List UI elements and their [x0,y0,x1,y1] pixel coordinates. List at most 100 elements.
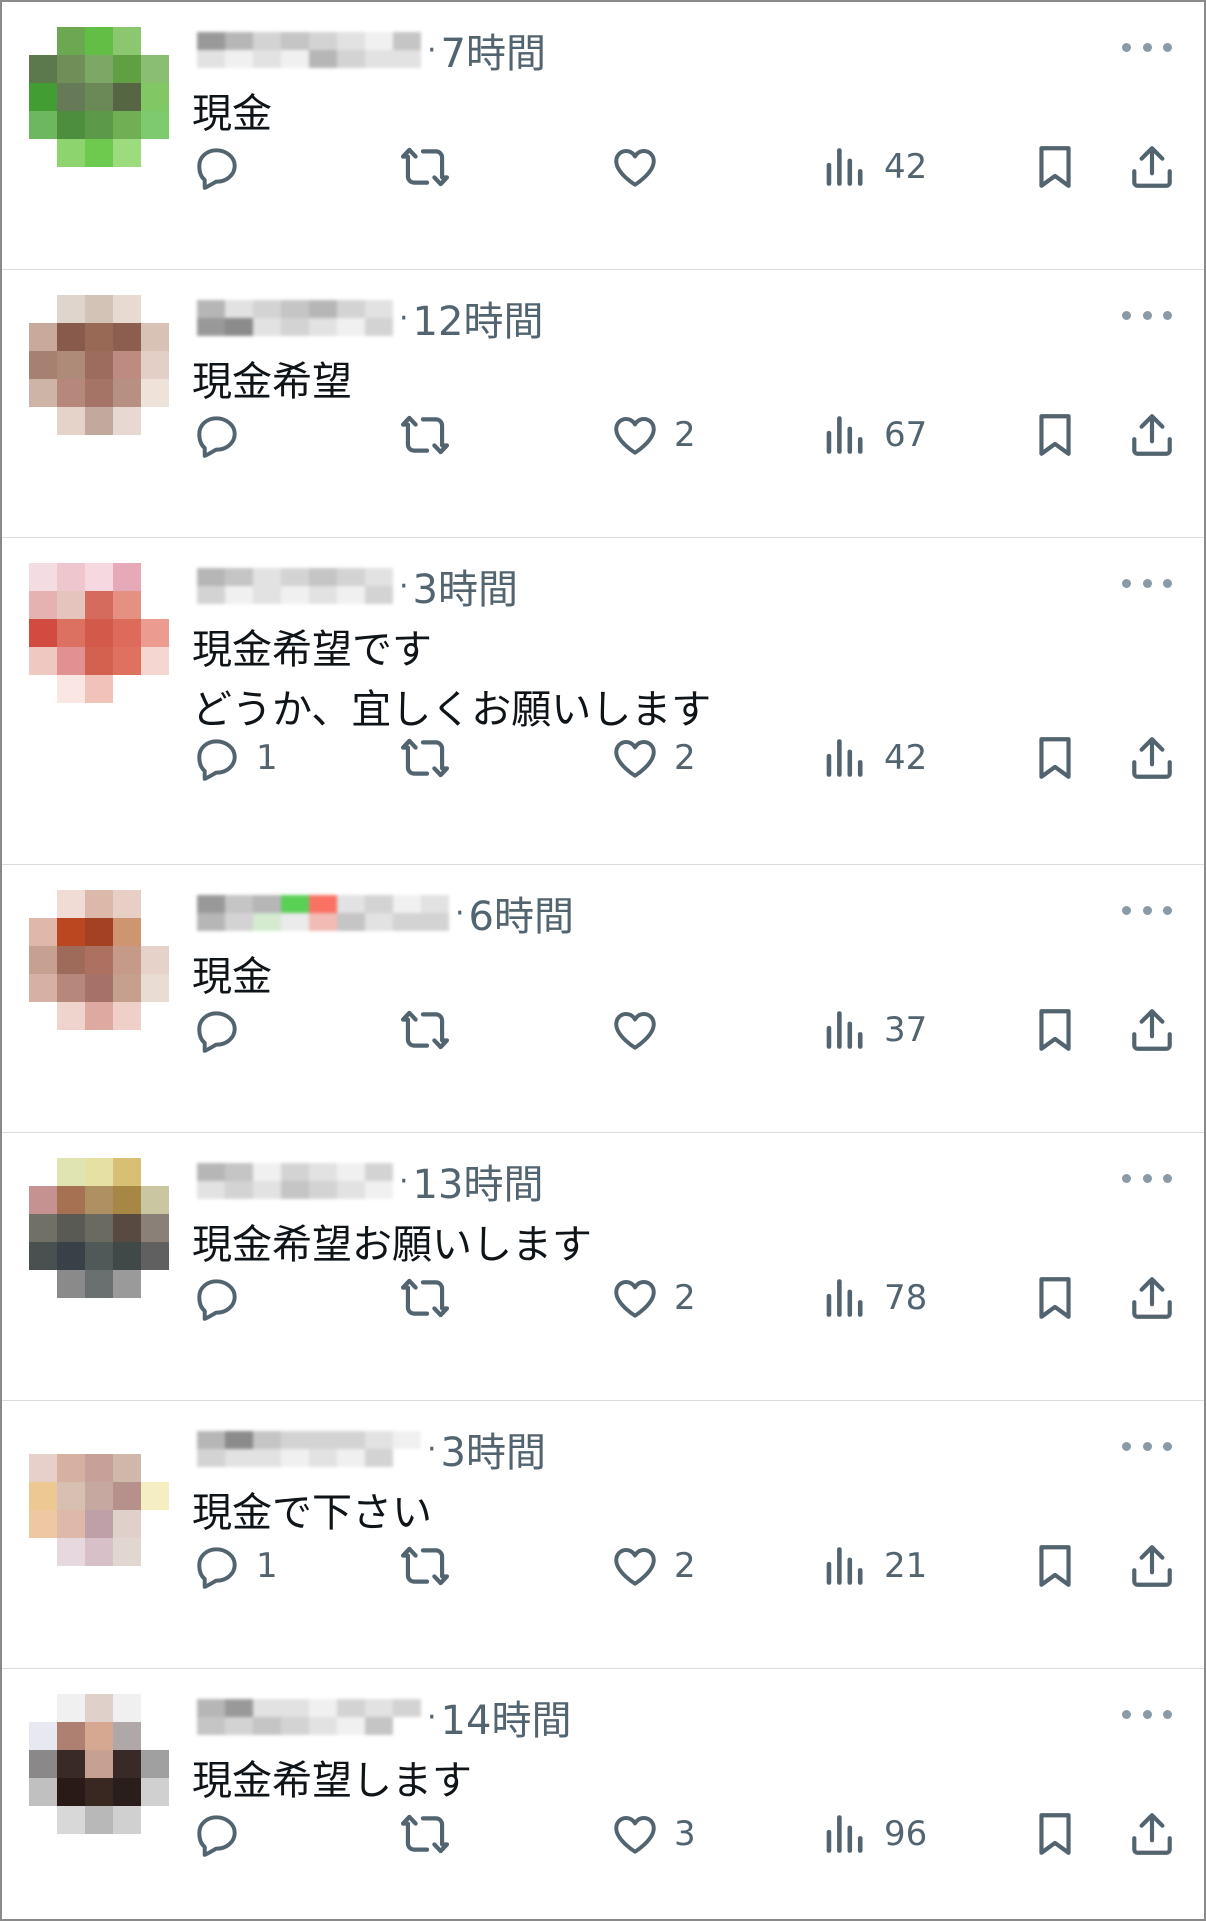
reply-item[interactable]: · 7時間 現金 42 [2,2,1204,270]
repost-button[interactable] [400,405,450,465]
timestamp[interactable]: 3時間 [441,1420,546,1478]
avatar[interactable] [29,563,169,703]
bookmark-icon [1030,142,1080,192]
reply-item[interactable]: · 3時間現金希望です どうか、宜しくお願いします 1 2 42 [2,538,1204,865]
more-options-icon[interactable] [1122,1163,1172,1193]
bookmark-button[interactable] [1030,405,1080,465]
share-button[interactable] [1127,1804,1177,1864]
bookmark-button[interactable] [1030,1536,1080,1596]
share-button[interactable] [1127,728,1177,788]
timestamp[interactable]: 14時間 [441,1688,572,1746]
avatar[interactable] [29,1426,169,1566]
reply-button[interactable] [192,1268,256,1328]
views-icon [820,410,870,460]
avatar[interactable] [29,1694,169,1834]
reply-button[interactable] [192,405,256,465]
like-button[interactable]: 2 [610,1536,696,1596]
reply-button[interactable] [192,1804,256,1864]
repost-button[interactable] [400,728,450,788]
repost-button[interactable] [400,1268,450,1328]
more-options-icon[interactable] [1122,32,1172,62]
bookmark-button[interactable] [1030,728,1080,788]
bookmark-icon [1030,733,1080,783]
bookmark-button[interactable] [1030,1268,1080,1328]
author-row: · 14時間 [197,1688,572,1746]
more-options-icon[interactable] [1122,895,1172,925]
like-icon [610,142,660,192]
reply-icon [192,142,242,192]
avatar[interactable] [29,890,169,1030]
more-options-icon[interactable] [1122,300,1172,330]
views-icon [820,1809,870,1859]
blurred-username[interactable] [197,568,393,604]
share-button[interactable] [1127,137,1177,197]
blurred-username[interactable] [197,1431,421,1467]
like-button[interactable] [610,1000,674,1060]
share-icon [1127,1809,1177,1859]
author-row: · 7時間 [197,21,546,79]
more-options-icon[interactable] [1122,1699,1172,1729]
reply-button[interactable] [192,137,256,197]
views-button[interactable]: 96 [820,1804,927,1864]
more-options-icon[interactable] [1122,1431,1172,1461]
reply-icon [192,1809,242,1859]
bookmark-icon [1030,1541,1080,1591]
reply-button[interactable]: 1 [192,728,278,788]
timestamp[interactable]: 13時間 [413,1152,544,1210]
repost-button[interactable] [400,1000,450,1060]
repost-button[interactable] [400,137,450,197]
reply-item[interactable]: · 12時間 現金希望 2 67 [2,270,1204,538]
reply-item[interactable]: · 6時間 現金 37 [2,865,1204,1133]
views-count: 67 [884,415,928,455]
timestamp[interactable]: 3時間 [413,557,518,615]
reply-item[interactable]: · 3時間 現金で下さい 1 2 21 [2,1401,1204,1669]
reply-text: 現金希望お願いします [192,1222,592,1268]
views-button[interactable]: 42 [820,728,927,788]
separator-dot: · [399,568,409,604]
avatar[interactable] [29,27,169,167]
like-button[interactable]: 2 [610,1268,696,1328]
retweet-icon [400,1005,450,1055]
share-button[interactable] [1127,1536,1177,1596]
reply-icon [192,1273,242,1323]
blurred-username[interactable] [197,1163,393,1199]
repost-button[interactable] [400,1804,450,1864]
views-button[interactable]: 67 [820,405,927,465]
separator-dot: · [399,300,409,336]
like-count: 2 [674,1278,696,1318]
reply-text: 現金希望です どうか、宜しくお願いします [192,627,712,733]
blurred-username[interactable] [197,895,449,931]
reply-button[interactable]: 1 [192,1536,278,1596]
reply-button[interactable] [192,1000,256,1060]
bookmark-button[interactable] [1030,1804,1080,1864]
more-options-icon[interactable] [1122,568,1172,598]
reply-item[interactable]: · 13時間 現金希望お願いします 2 78 [2,1133,1204,1401]
share-button[interactable] [1127,1268,1177,1328]
views-button[interactable]: 37 [820,1000,927,1060]
repost-button[interactable] [400,1536,450,1596]
avatar[interactable] [29,1158,169,1298]
share-button[interactable] [1127,1000,1177,1060]
like-button[interactable] [610,137,674,197]
like-button[interactable]: 2 [610,405,696,465]
separator-dot: · [427,32,437,68]
share-button[interactable] [1127,405,1177,465]
blurred-username[interactable] [197,32,421,68]
views-button[interactable]: 42 [820,137,927,197]
timestamp[interactable]: 12時間 [413,289,544,347]
share-icon [1127,1541,1177,1591]
reply-item[interactable]: · 14時間 現金希望します 3 96 [2,1669,1204,1919]
blurred-username[interactable] [197,1699,421,1735]
timestamp[interactable]: 6時間 [469,884,574,942]
bookmark-button[interactable] [1030,1000,1080,1060]
views-icon [820,1541,870,1591]
action-bar: 42 [192,137,1179,197]
views-button[interactable]: 21 [820,1536,927,1596]
like-button[interactable]: 3 [610,1804,696,1864]
like-button[interactable]: 2 [610,728,696,788]
bookmark-button[interactable] [1030,137,1080,197]
timestamp[interactable]: 7時間 [441,21,546,79]
blurred-username[interactable] [197,300,393,336]
avatar[interactable] [29,295,169,435]
views-button[interactable]: 78 [820,1268,927,1328]
